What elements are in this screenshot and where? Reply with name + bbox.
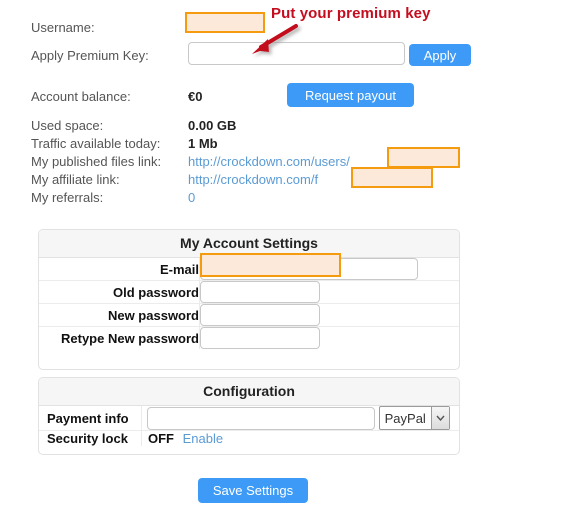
affiliate-link[interactable]: http://crockdown.com/f <box>188 172 318 187</box>
table-row: Security lock OFF Enable <box>39 430 459 446</box>
email-label: E-mail <box>39 257 200 281</box>
security-lock-label: Security lock <box>39 430 142 446</box>
old-password-field[interactable] <box>200 281 320 303</box>
used-space-label: Used space: <box>31 118 104 133</box>
account-balance-label: Account balance: <box>31 89 131 104</box>
payment-method-select[interactable]: PayPal <box>378 406 450 430</box>
traffic-available-value: 1 Mb <box>188 136 218 151</box>
table-row: Payment info PayPal <box>39 405 459 431</box>
request-payout-button[interactable]: Request payout <box>287 83 414 107</box>
email-value-redaction <box>200 253 341 277</box>
used-space-value: 0.00 GB <box>188 118 237 133</box>
referrals-value: 0 <box>188 190 196 205</box>
retype-new-password-label: Retype New password <box>39 326 200 349</box>
configuration-title: Configuration <box>39 378 459 406</box>
new-password-label: New password <box>39 303 200 327</box>
referrals-label: My referrals: <box>31 190 104 205</box>
apply-button[interactable]: Apply <box>409 44 471 66</box>
table-row: Retype New password <box>39 326 459 349</box>
configuration-panel: Configuration Payment info PayPal Securi… <box>38 377 460 455</box>
table-row: Old password <box>39 280 459 304</box>
save-settings-button[interactable]: Save Settings <box>198 478 308 503</box>
configuration-table: Configuration Payment info PayPal Securi… <box>39 378 459 446</box>
chevron-down-icon <box>430 407 449 429</box>
account-settings-panel: My Account Settings E-mail Old password … <box>38 229 460 370</box>
account-balance-value: €0 <box>188 89 203 104</box>
annotation-arrow-icon <box>252 24 298 54</box>
security-lock-value-cell: OFF Enable <box>141 430 459 446</box>
payment-info-field[interactable] <box>147 406 375 430</box>
payment-info-label: Payment info <box>39 405 142 431</box>
security-lock-state: OFF <box>148 431 174 446</box>
new-password-field[interactable] <box>200 304 320 326</box>
account-settings-table: My Account Settings E-mail Old password … <box>39 230 459 349</box>
published-files-link-redaction <box>387 147 460 168</box>
traffic-available-label: Traffic available today: <box>31 136 161 151</box>
payment-method-selected-label: PayPal <box>384 410 426 426</box>
old-password-field-cell <box>199 280 459 304</box>
affiliate-link-redaction <box>351 167 433 188</box>
table-row: New password <box>39 303 459 327</box>
published-files-link[interactable]: http://crockdown.com/users/ <box>188 154 350 169</box>
payment-info-field-cell: PayPal <box>141 405 459 431</box>
new-password-field-cell <box>199 303 459 327</box>
username-label: Username: <box>31 20 95 35</box>
affiliate-link-label: My affiliate link: <box>31 172 120 187</box>
premium-key-label: Apply Premium Key: <box>31 48 149 63</box>
old-password-label: Old password <box>39 280 200 304</box>
retype-new-password-field[interactable] <box>200 327 320 349</box>
security-lock-enable-link[interactable]: Enable <box>183 431 223 446</box>
published-files-link-label: My published files link: <box>31 154 162 169</box>
retype-new-password-field-cell <box>199 326 459 349</box>
